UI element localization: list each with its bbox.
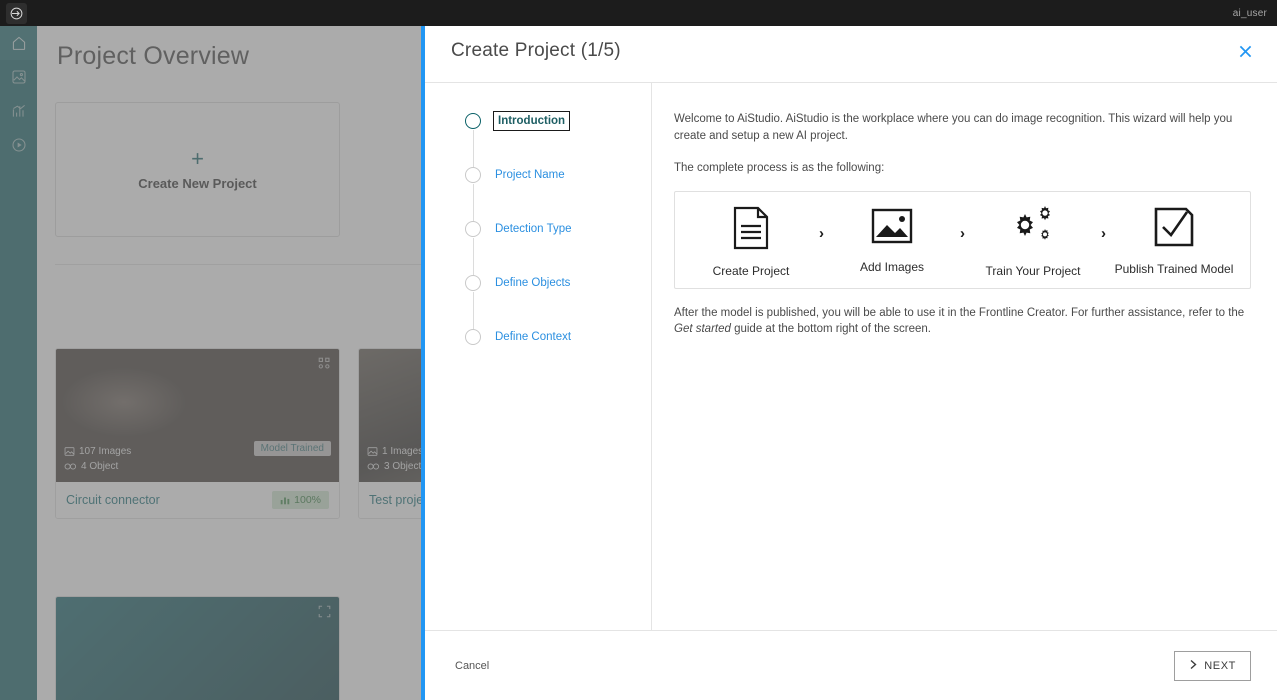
- step-dot: [465, 167, 481, 183]
- next-button[interactable]: NEXT: [1174, 650, 1251, 681]
- document-icon: [732, 206, 770, 255]
- cancel-button[interactable]: Cancel: [451, 654, 493, 678]
- step-define-context[interactable]: Define Context: [465, 329, 651, 383]
- wizard-panel-introduction: Welcome to AiStudio. AiStudio is the wor…: [652, 83, 1277, 630]
- step-connector: [472, 130, 474, 168]
- app-logo-icon[interactable]: [6, 3, 27, 24]
- step-label: Detection Type: [495, 223, 572, 235]
- step-dot: [465, 329, 481, 345]
- flow-step-label: Create Project: [712, 263, 790, 278]
- process-lead-text: The complete process is as the following…: [674, 162, 885, 174]
- step-dot: [465, 275, 481, 291]
- dialog-header: Create Project (1/5): [425, 26, 1277, 83]
- chevron-right-icon: [1189, 659, 1198, 673]
- get-started-emphasis: Get started: [674, 323, 731, 335]
- footer-note-part2: guide at the bottom right of the screen.: [730, 323, 931, 335]
- step-label: Define Context: [495, 331, 572, 343]
- step-connector: [472, 238, 474, 276]
- flow-step-label: Publish Trained Model: [1114, 261, 1234, 276]
- close-button[interactable]: [1231, 40, 1259, 68]
- flow-step-create-project: Create Project: [685, 206, 817, 278]
- top-bar: ai_user: [0, 0, 1277, 26]
- flow-step-train-project: Train Your Project: [967, 205, 1099, 278]
- flow-step-publish-model: Publish Trained Model: [1108, 206, 1240, 276]
- gears-icon: [1010, 205, 1056, 255]
- step-connector: [472, 292, 474, 330]
- wizard-stepper: Introduction Project Name Detection Type…: [425, 83, 652, 630]
- flow-step-label: Add Images: [859, 259, 925, 274]
- checkbox-checked-icon: [1153, 206, 1195, 253]
- close-icon: [1237, 43, 1254, 65]
- step-introduction[interactable]: Introduction: [465, 111, 651, 168]
- step-label: Introduction: [493, 111, 571, 131]
- dialog-body: Introduction Project Name Detection Type…: [425, 83, 1277, 630]
- flow-arrow-icon: ›: [1101, 224, 1106, 242]
- step-dot: [465, 221, 481, 237]
- step-dot: [465, 113, 481, 129]
- intro-paragraph: Welcome to AiStudio. AiStudio is the wor…: [674, 113, 1233, 142]
- app-root: Project Overview + Create New Project: [0, 0, 1277, 700]
- step-label: Define Objects: [495, 277, 571, 289]
- step-project-name[interactable]: Project Name: [465, 167, 651, 222]
- image-icon: [870, 206, 914, 251]
- step-define-objects[interactable]: Define Objects: [465, 275, 651, 330]
- dialog-title: Create Project (1/5): [451, 40, 621, 61]
- step-detection-type[interactable]: Detection Type: [465, 221, 651, 276]
- flow-step-add-images: Add Images: [826, 206, 958, 274]
- flow-step-label: Train Your Project: [985, 263, 1081, 278]
- next-button-label: NEXT: [1204, 659, 1236, 672]
- user-name-label[interactable]: ai_user: [1233, 0, 1267, 26]
- dialog-footer: Cancel NEXT: [425, 630, 1277, 700]
- step-connector: [472, 184, 474, 222]
- flow-arrow-icon: ›: [960, 224, 965, 242]
- process-flow-diagram: Create Project › Add Images › Train Your…: [674, 190, 1251, 289]
- footer-note-part1: After the model is published, you will b…: [674, 306, 1245, 319]
- footer-note: After the model is published, you will b…: [674, 305, 1251, 338]
- flow-arrow-icon: ›: [819, 224, 824, 242]
- step-label: Project Name: [495, 169, 565, 181]
- create-project-dialog: Create Project (1/5) Introduction Projec…: [421, 26, 1277, 700]
